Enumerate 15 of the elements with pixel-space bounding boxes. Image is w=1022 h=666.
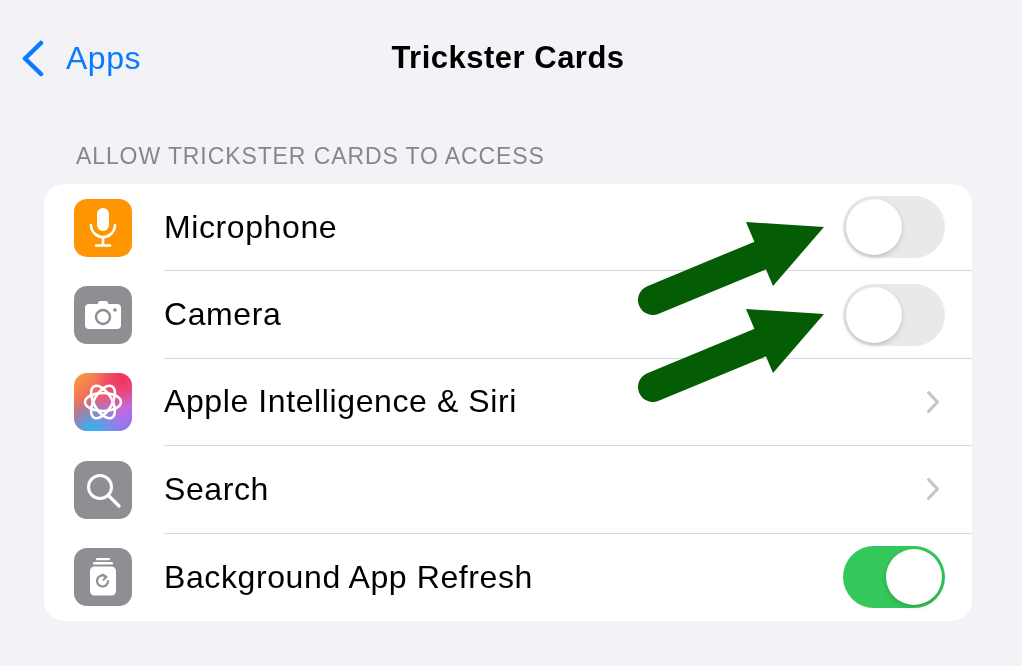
microphone-icon [74,198,132,257]
row-label: Apple Intelligence & Siri [164,383,517,421]
page-title: Trickster Cards [391,40,625,76]
row-label: Camera [164,296,282,334]
chevron-right-icon[interactable] [926,477,940,502]
chevron-right-icon[interactable] [926,389,940,414]
camera-icon [74,286,132,345]
refresh-card-icon [74,548,132,607]
section-header: ALLOW TRICKSTER CARDS TO ACCESS [76,143,545,169]
row-label: Microphone [164,208,338,246]
chevron-left-icon [21,39,45,77]
row-label: Search [164,470,269,508]
search-icon [74,460,132,519]
back-button[interactable]: Apps [21,39,141,77]
row-label: Background App Refresh [164,558,533,596]
